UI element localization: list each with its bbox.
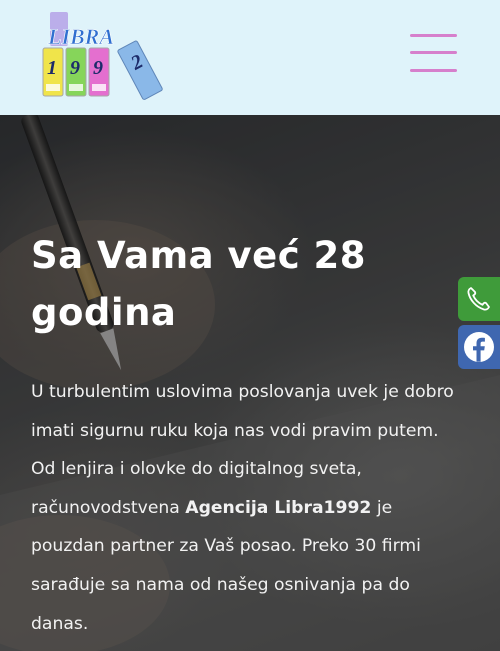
libra1992-logo[interactable]: LIBRA 1 9 9 2 <box>40 10 165 102</box>
logo-digit-1: 1 <box>47 57 57 79</box>
menu-bar-bottom <box>410 69 457 72</box>
site-header: LIBRA 1 9 9 2 <box>0 0 500 115</box>
logo-libra-text: LIBRA <box>47 24 114 49</box>
facebook-icon <box>464 332 494 362</box>
hero-paragraph-text-2: je pouzdan partner za Vaš posao. Preko 3… <box>31 497 421 634</box>
phone-button[interactable] <box>458 277 500 321</box>
logo-digit-3: 9 <box>93 57 103 79</box>
hero-paragraph: U turbulentim uslovima poslovanja uvek j… <box>31 373 461 643</box>
menu-bar-top <box>410 34 457 37</box>
hero-section: Sa Vama već 28 godina U turbulentim uslo… <box>0 115 500 651</box>
facebook-button[interactable] <box>458 325 500 369</box>
phone-icon <box>467 287 490 311</box>
menu-bar-middle <box>410 51 457 54</box>
agency-name: Agencija Libra1992 <box>185 497 372 518</box>
hamburger-menu-icon[interactable] <box>407 31 459 79</box>
hero-title: Sa Vama već 28 godina <box>31 234 366 334</box>
logo-digit-2: 9 <box>70 57 80 79</box>
